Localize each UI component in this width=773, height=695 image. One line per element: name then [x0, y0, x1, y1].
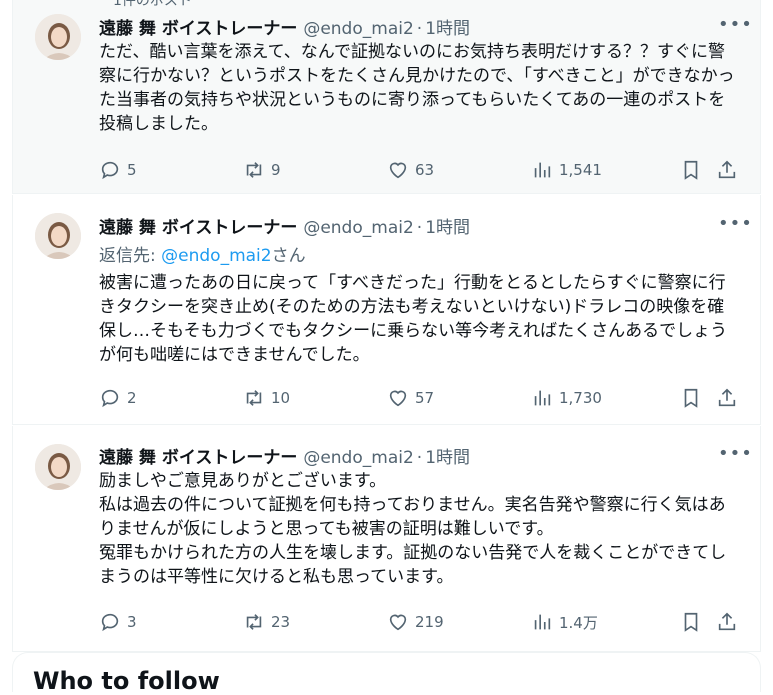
share-button[interactable] [716, 610, 738, 634]
author-handle[interactable]: @endo_mai2 [303, 218, 413, 238]
timestamp[interactable]: 1時間 [425, 443, 470, 468]
separator-dot: · [416, 19, 423, 39]
more-icon[interactable]: ••• [718, 445, 752, 469]
separator-dot: · [416, 218, 423, 238]
tweet-paragraph: 被害に遭ったあの日に戻って「すべきだった」行動をとるとしたらすぐに警察に行きタク… [99, 273, 728, 365]
author-handle[interactable]: @endo_mai2 [303, 448, 413, 468]
timestamp[interactable]: 1時間 [425, 213, 470, 238]
previous-context-text: 1件のポスト [113, 0, 192, 9]
mention-link[interactable]: @endo_mai2 [161, 246, 271, 266]
reply-button[interactable]: 5 [99, 158, 137, 182]
tweet-header: 遠藤 舞 ボイストレーナー @endo_mai2 · 1時間 [99, 213, 746, 238]
reply-button[interactable]: 2 [99, 386, 137, 410]
tweet-card[interactable]: 遠藤 舞 ボイストレーナー @endo_mai2 · 1時間 ••• 返信先: … [12, 195, 761, 425]
who-to-follow-heading: Who to follow [33, 667, 220, 695]
view-count: 1.4万 [559, 613, 598, 632]
bookmark-icon [684, 388, 698, 408]
view-count: 1,541 [559, 161, 602, 179]
reply-icon [101, 389, 119, 408]
bookmark-button[interactable] [680, 158, 702, 182]
tweet-actions: 5 9 63 1,541 [99, 158, 738, 182]
like-count: 57 [415, 389, 435, 407]
avatar[interactable] [35, 14, 81, 60]
tweet-text: 励ましやご意見ありがとございます。 私は過去の件について証拠を何も持っておりませ… [99, 469, 740, 589]
heart-icon [389, 614, 407, 631]
heart-icon [389, 162, 407, 179]
share-button[interactable] [716, 158, 738, 182]
share-icon [718, 388, 736, 407]
share-icon [718, 160, 736, 179]
repost-button[interactable]: 10 [243, 386, 290, 410]
repost-button[interactable]: 9 [243, 158, 281, 182]
views-button[interactable]: 1,730 [531, 386, 602, 410]
views-icon [534, 162, 551, 178]
author-handle[interactable]: @endo_mai2 [303, 19, 413, 39]
reply-button[interactable]: 3 [99, 610, 137, 634]
more-icon[interactable]: ••• [718, 16, 752, 40]
bookmark-button[interactable] [680, 386, 702, 410]
share-button[interactable] [716, 386, 738, 410]
repost-count: 10 [271, 389, 291, 407]
reply-count: 5 [127, 161, 137, 179]
repost-button[interactable]: 23 [243, 610, 290, 634]
tweet-header: 遠藤 舞 ボイストレーナー @endo_mai2 · 1時間 [99, 14, 746, 39]
views-button[interactable]: 1,541 [531, 158, 602, 182]
replying-to: 返信先: @endo_mai2さん [99, 241, 306, 266]
bookmark-icon [684, 160, 698, 180]
bookmark-icon [684, 612, 698, 632]
tweet-text: ただ、酷い言葉を添えて、なんで証拠ないのにお気持ち表明だけする？？すぐに警察に行… [99, 40, 740, 136]
reply-icon [101, 613, 119, 632]
tweet-text: 被害に遭ったあの日に戻って「すべきだった」行動をとるとしたらすぐに警察に行きタク… [99, 271, 740, 367]
honorific: さん [271, 246, 306, 266]
author-name[interactable]: 遠藤 舞 ボイストレーナー [99, 14, 297, 39]
reply-icon [101, 161, 119, 180]
author-name[interactable]: 遠藤 舞 ボイストレーナー [99, 443, 297, 468]
author-name[interactable]: 遠藤 舞 ボイストレーナー [99, 213, 297, 238]
views-icon [534, 614, 551, 630]
repost-count: 23 [271, 613, 291, 631]
like-button[interactable]: 63 [387, 158, 434, 182]
timestamp[interactable]: 1時間 [425, 14, 470, 39]
more-icon[interactable]: ••• [718, 215, 752, 239]
reply-count: 3 [127, 613, 137, 631]
like-button[interactable]: 57 [387, 386, 434, 410]
views-icon [534, 390, 551, 406]
repost-icon [246, 614, 262, 630]
views-button[interactable]: 1.4万 [531, 610, 598, 634]
tweet-actions: 3 23 219 1.4万 [99, 610, 738, 634]
tweet-actions: 2 10 57 1,730 [99, 386, 738, 410]
who-to-follow-section: Who to follow [12, 652, 761, 695]
reply-count: 2 [127, 389, 137, 407]
avatar[interactable] [35, 444, 81, 490]
tweet-header: 遠藤 舞 ボイストレーナー @endo_mai2 · 1時間 [99, 443, 746, 468]
like-count: 63 [415, 161, 435, 179]
tweet-card[interactable]: 遠藤 舞 ボイストレーナー @endo_mai2 · 1時間 ••• 励ましやご… [12, 426, 761, 652]
avatar[interactable] [35, 213, 81, 259]
repost-icon [246, 162, 262, 178]
repost-count: 9 [271, 161, 281, 179]
separator-dot: · [416, 448, 423, 468]
tweet-paragraph: 励ましやご意見ありがとございます。 [99, 471, 387, 491]
view-count: 1,730 [559, 389, 602, 407]
like-button[interactable]: 219 [387, 610, 444, 634]
replying-to-label: 返信先: [99, 246, 162, 266]
heart-icon [389, 390, 407, 407]
bookmark-button[interactable] [680, 610, 702, 634]
share-icon [718, 612, 736, 631]
tweet-paragraph: 私は過去の件について証拠を何も持っておりません。実名告発や警察に行く気はありませ… [99, 495, 726, 539]
tweet-paragraph: 冤罪もかけられた方の人生を壊します。証拠のない告発で人を裁くことができてしまうの… [99, 543, 727, 587]
like-count: 219 [415, 613, 444, 631]
tweet-card[interactable]: 1件のポスト 遠藤 舞 ボイストレーナー @endo_mai2 · 1時間 ••… [12, 0, 761, 194]
tweet-paragraph: ただ、酷い言葉を添えて、なんで証拠ないのにお気持ち表明だけする？？すぐに警察に行… [99, 42, 735, 134]
repost-icon [246, 390, 262, 406]
